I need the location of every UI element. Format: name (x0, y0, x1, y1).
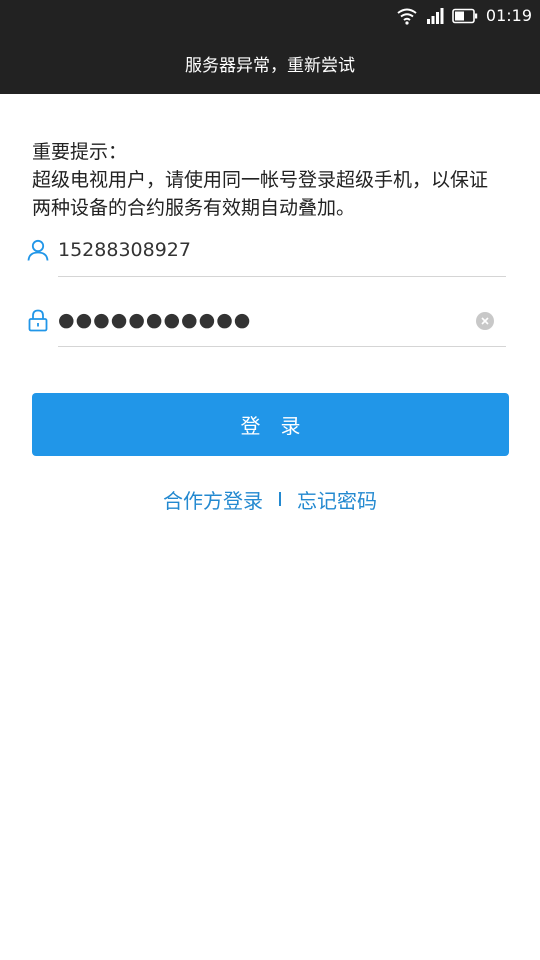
status-icons: 01:19 (396, 5, 532, 27)
notice-text: 重要提示： 超级电视用户，请使用同一帐号登录超级手机，以保证 两种设备的合约服务… (32, 138, 512, 222)
status-bar: 01:19 (0, 0, 540, 32)
login-button[interactable]: 登录 (32, 393, 509, 456)
username-field[interactable]: 15288308927 (26, 232, 506, 277)
wifi-icon (396, 7, 418, 25)
username-input[interactable]: 15288308927 (58, 232, 191, 268)
status-time: 01:19 (485, 6, 532, 25)
error-message: 服务器异常，重新尝试 (185, 55, 355, 76)
password-underline (58, 346, 506, 347)
notice-line-1: 超级电视用户，请使用同一帐号登录超级手机，以保证 (32, 169, 489, 191)
lock-icon (26, 308, 50, 332)
notice-line-2: 两种设备的合约服务有效期自动叠加。 (32, 197, 356, 219)
notice-title: 重要提示： (32, 141, 128, 163)
clear-icon[interactable] (476, 312, 494, 330)
signal-icon (426, 8, 444, 24)
battery-icon (452, 8, 478, 24)
password-input[interactable]: ●●●●●●●●●●● (58, 302, 251, 338)
link-divider (279, 492, 281, 506)
user-icon (26, 238, 50, 262)
password-field[interactable]: ●●●●●●●●●●● (26, 302, 506, 347)
partner-login-link[interactable]: 合作方登录 (163, 485, 263, 514)
forgot-password-link[interactable]: 忘记密码 (297, 485, 377, 514)
login-links: 合作方登录 忘记密码 (0, 484, 540, 514)
username-underline (58, 276, 506, 277)
error-banner: 服务器异常，重新尝试 (0, 32, 540, 94)
